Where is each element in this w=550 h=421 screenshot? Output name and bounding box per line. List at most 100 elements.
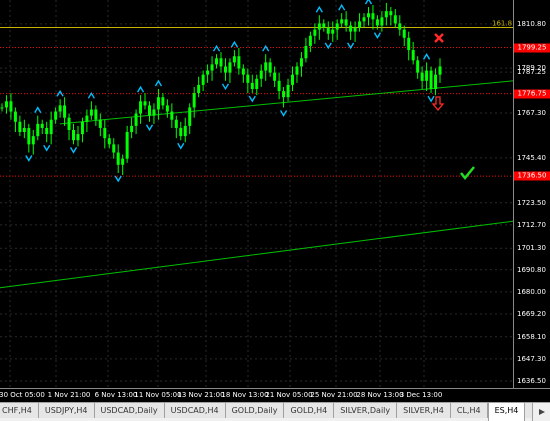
candle-body [27,127,31,145]
chart-tab[interactable]: USDCAD,H4 [164,403,226,418]
candle-body [4,101,8,108]
candle-body [425,70,429,81]
candle-body [40,123,44,128]
price-label: 1810.80 [517,19,546,28]
candle-body [326,27,330,34]
candle-body [291,74,295,85]
candle-body [358,21,362,28]
price-level-tag: 1776.75 [514,89,550,99]
candle-body [22,127,26,133]
candle-body [54,111,58,120]
candle-body [18,121,22,133]
candle-body [308,35,312,46]
price-chart[interactable]: 161.8 [0,0,513,388]
fractal-up-arrow [315,5,323,13]
price-label: 1723.50 [517,198,546,207]
chart-tab[interactable]: CL,H4 [450,403,488,418]
chart-area[interactable]: 161.8 [0,0,513,388]
fractal-up-arrow [212,44,221,52]
candle-body [139,101,143,114]
candle-body [9,101,13,112]
candle-body [13,111,17,122]
candle-body [156,97,160,110]
candle-body [398,23,402,30]
fractal-down-arrow [248,95,256,103]
candle-body [219,58,223,67]
tab-scroll-icon[interactable] [532,402,550,421]
candle-body [299,58,303,67]
candle-body [264,62,268,71]
candle-body [282,91,286,98]
candle-body [103,127,107,139]
candle-body [49,119,53,135]
candle-body [429,70,433,90]
trend-lines [0,80,513,289]
candle-body [344,19,348,26]
candle-body [434,74,438,90]
candle-body [215,58,219,65]
time-axis: 30 Oct 05:00 1 Nov 21:00 6 Nov 13:00 11 Nov… [0,388,550,402]
candle-body [174,119,178,128]
price-label: 1636.50 [517,377,546,385]
price-label: 1658.10 [517,332,546,341]
time-label: 18 Nov 13:00 [221,391,269,399]
chart-tab-active[interactable]: ES,H4 [487,403,526,421]
candle-body [384,11,388,18]
candle-body [80,121,84,135]
candle-body [197,84,201,94]
candle-body [255,78,259,90]
time-label: 1 Nov 21:00 [47,391,91,399]
candle-body [210,64,214,71]
grid [0,0,513,388]
price-label: 1669.20 [517,309,546,318]
down-arrow-icon [431,96,445,112]
chart-tab[interactable]: CHF,H4 [0,403,39,418]
candle-body [416,60,420,73]
candle-body [107,138,111,145]
candle-body [165,105,169,112]
candle-body [130,125,134,133]
candle-body [402,29,406,38]
price-label: 1787.25 [517,68,546,77]
candle-body [277,80,281,92]
price-label: 1680.00 [517,287,546,296]
fractal-down-arrow [221,83,230,91]
candle-body [273,72,277,81]
candle-body [286,84,290,98]
chart-tab[interactable]: SILVER,Daily [334,403,398,418]
chart-tab[interactable]: USDJPY,H4 [38,403,95,418]
candle-body [161,97,165,106]
candle-body [411,50,415,61]
chart-tab[interactable]: USDCAD,Daily [94,403,165,418]
candle-body [143,101,147,106]
candle-body [304,45,308,59]
candle-body [407,37,411,51]
candle-body [380,17,384,26]
candle-body [192,93,196,108]
chart-tab[interactable]: GOLD,H4 [284,403,335,418]
candle-body [206,70,210,75]
candle-body [58,105,62,112]
candle-body [340,19,344,24]
chart-window: 161.8 1810.80 1789.20 1787.25 1767.30 1745.4… [0,0,550,421]
candle-body [116,152,120,165]
candle-body [67,117,71,130]
candles [0,2,442,176]
candle-body [63,105,67,118]
chart-tab[interactable]: GOLD,Daily [225,403,285,418]
price-label: 1767.30 [517,108,546,117]
candle-body [438,66,442,75]
chart-tab[interactable]: SILVER,H4 [397,403,451,418]
price-label: 1701.30 [517,244,546,253]
candle-body [98,119,102,128]
candle-body [228,62,232,73]
time-label: 30 Oct 05:00 [0,391,45,399]
fractal-down-arrow [427,95,435,103]
candle-body [112,144,116,153]
candle-body [188,107,192,126]
candle-body [183,125,187,137]
time-label: 28 Nov 13:00 [356,391,404,399]
x-icon [434,33,444,43]
candle-body [170,111,174,120]
candle-body [36,123,40,137]
